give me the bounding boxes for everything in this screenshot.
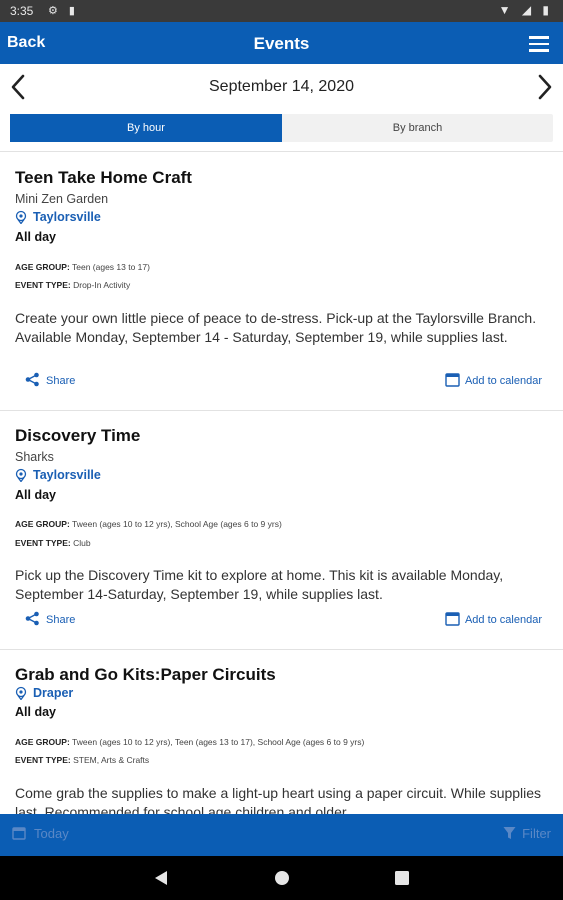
today-button[interactable]: Today	[12, 826, 69, 841]
event-time: All day	[15, 230, 56, 244]
add-to-calendar-label: Add to calendar	[464, 614, 542, 626]
event-title: Teen Take Home Craft	[15, 168, 192, 187]
event-description: Pick up the Discovery Time kit to explor…	[15, 567, 504, 602]
event-location: Draper	[33, 686, 74, 700]
event-time: All day	[15, 705, 56, 719]
filter-icon	[503, 827, 516, 839]
view-toggle: By hour By branch	[10, 114, 553, 142]
back-button[interactable]: Back	[7, 34, 45, 52]
event-description: Create your own little piece of peace to…	[15, 310, 537, 345]
event-type-label: EVENT TYPE:	[15, 280, 71, 290]
event-location-link[interactable]: Draper	[15, 686, 74, 701]
current-date: September 14, 2020	[209, 78, 354, 95]
event-type-value: Club	[73, 538, 91, 548]
event-card[interactable]: Teen Take Home Craft Mini Zen Garden Tay…	[0, 152, 563, 410]
event-type-label: EVENT TYPE:	[15, 755, 71, 765]
event-location-link[interactable]: Taylorsville	[15, 468, 101, 483]
calendar-icon	[445, 612, 460, 626]
date-navigation: September 14, 2020	[0, 64, 563, 110]
event-location-link[interactable]: Taylorsville	[15, 210, 101, 225]
add-to-calendar-label: Add to calendar	[464, 375, 542, 387]
location-pin-icon	[15, 468, 27, 483]
app-bar: Back Events	[0, 22, 563, 64]
location-pin-icon	[15, 210, 27, 225]
tab-by-branch[interactable]: By branch	[282, 114, 553, 142]
calendar-icon	[12, 827, 26, 840]
event-card[interactable]: Discovery Time Sharks Taylorsville All d…	[0, 411, 563, 649]
calendar-icon	[445, 373, 460, 387]
event-time: All day	[15, 488, 56, 502]
filter-label: Filter	[522, 826, 551, 841]
age-group-value: Tween (ages 10 to 12 yrs), School Age (a…	[72, 519, 282, 529]
system-navigation-bar	[0, 856, 563, 900]
back-triangle-icon[interactable]	[154, 870, 168, 891]
event-type: EVENT TYPE: STEM, Arts & Crafts	[15, 755, 149, 765]
add-to-calendar-button[interactable]: Add to calendar	[445, 372, 542, 387]
home-circle-icon[interactable]	[274, 870, 290, 891]
event-age-group: AGE GROUP: Teen (ages 13 to 17)	[15, 262, 150, 272]
event-subtitle: Mini Zen Garden	[15, 192, 109, 206]
location-pin-icon	[15, 686, 27, 701]
share-icon	[25, 372, 39, 387]
hamburger-menu-icon[interactable]	[529, 36, 549, 52]
recents-square-icon[interactable]	[395, 870, 409, 891]
age-group-value: Tween (ages 10 to 12 yrs), Teen (ages 13…	[72, 737, 365, 747]
page-title: Events	[253, 34, 310, 53]
add-to-calendar-button[interactable]: Add to calendar	[445, 611, 542, 626]
event-age-group: AGE GROUP: Tween (ages 10 to 12 yrs), Sc…	[15, 519, 282, 529]
event-location: Taylorsville	[33, 468, 101, 482]
filter-button[interactable]: Filter	[503, 826, 551, 841]
age-group-label: AGE GROUP:	[15, 519, 70, 529]
status-bar: 3:35 ⚙ ▮ ▼ ◢ ▮	[0, 0, 563, 22]
age-group-label: AGE GROUP:	[15, 262, 70, 272]
event-title: Discovery Time	[15, 426, 141, 445]
event-location: Taylorsville	[33, 210, 101, 224]
next-day-chevron-icon[interactable]	[537, 74, 553, 105]
event-card[interactable]: Grab and Go Kits:Paper Circuits Draper A…	[0, 650, 563, 814]
tab-by-hour[interactable]: By hour	[10, 114, 282, 142]
event-subtitle: Sharks	[15, 450, 54, 464]
share-button[interactable]: Share	[25, 372, 75, 387]
status-time: 3:35	[10, 4, 34, 18]
age-group-label: AGE GROUP:	[15, 737, 70, 747]
event-description: Come grab the supplies to make a light-u…	[15, 785, 542, 814]
share-button[interactable]: Share	[25, 611, 75, 626]
event-type-value: STEM, Arts & Crafts	[73, 755, 150, 765]
share-label: Share	[46, 614, 76, 626]
share-label: Share	[46, 375, 76, 387]
age-group-value: Teen (ages 13 to 17)	[72, 262, 150, 272]
event-type: EVENT TYPE: Club	[15, 538, 91, 548]
event-type-label: EVENT TYPE:	[15, 538, 71, 548]
event-type: EVENT TYPE: Drop-In Activity	[15, 280, 130, 290]
share-icon	[25, 611, 39, 626]
event-title: Grab and Go Kits:Paper Circuits	[15, 665, 276, 684]
bottom-toolbar: Today Filter	[0, 814, 563, 856]
notification-icons: ⚙ ▮	[48, 5, 79, 17]
event-age-group: AGE GROUP: Tween (ages 10 to 12 yrs), Te…	[15, 737, 364, 747]
system-status-icons: ▼ ◢ ▮	[498, 3, 553, 17]
today-label: Today	[34, 826, 69, 841]
event-type-value: Drop-In Activity	[73, 280, 131, 290]
